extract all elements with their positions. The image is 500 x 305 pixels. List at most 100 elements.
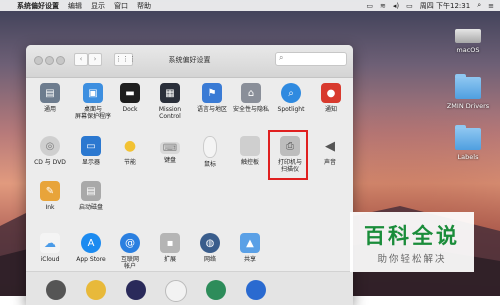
menu-window[interactable]: 窗口 [114, 1, 128, 11]
pane-accessibility[interactable] [236, 280, 276, 300]
pane-label: Dock [122, 106, 138, 113]
search-icon[interactable]: ⌕ [477, 1, 481, 10]
menu-view[interactable]: 显示 [91, 1, 105, 11]
menu-clock[interactable]: 周四 下午12:31 [420, 1, 470, 11]
watermark-title: 百科全说 [364, 224, 460, 248]
pane-label: 扩展 [163, 256, 176, 263]
spotlight-icon: ⌕ [281, 83, 301, 103]
puzzle-icon: ▪ [160, 233, 180, 253]
panes-section-other [26, 271, 353, 305]
display-icon: ▭ [81, 136, 101, 156]
pane-label: 触控板 [240, 159, 259, 166]
parental-controls-icon [86, 280, 106, 300]
users-icon [46, 280, 66, 300]
pane-trackpad[interactable]: 触控板 [230, 136, 270, 166]
accessibility-icon [246, 280, 266, 300]
pane-siri[interactable] [116, 280, 156, 300]
pane-label: App Store [76, 256, 106, 263]
pane-label: 网络 [203, 256, 216, 263]
pane-label: 互联网 帐户 [120, 256, 139, 270]
pane-extensions[interactable]: ▪ 扩展 [150, 233, 190, 263]
pane-label: Ink [45, 204, 55, 211]
menu-edit[interactable]: 编辑 [68, 1, 82, 11]
battery-icon[interactable]: ▭ [406, 2, 413, 10]
pane-general[interactable]: ▤ 通用 [30, 83, 70, 113]
desktop-icon-zmin-drivers[interactable]: ZMIN Drivers [438, 74, 498, 110]
list-icon[interactable]: ≡ [488, 2, 494, 10]
volume-icon[interactable]: ◂) [393, 2, 399, 10]
desktop-icon-labels[interactable]: Labels [438, 125, 498, 161]
folder-icon [455, 74, 481, 99]
pane-label: 启动磁盘 [78, 204, 103, 211]
pane-label: 通用 [43, 106, 56, 113]
pane-label: Spotlight [277, 106, 305, 113]
desktop-icon-label: ZMIN Drivers [446, 102, 490, 110]
pane-app-store[interactable]: A App Store [71, 233, 111, 263]
pane-language-region[interactable]: ⚑ 语言与地区 [192, 83, 232, 113]
pane-displays[interactable]: ▭ 显示器 [71, 136, 111, 166]
pane-label: Mission Control [158, 106, 182, 120]
pane-desktop-screensaver[interactable]: ▣ 桌面与 屏幕保护程序 [73, 83, 113, 120]
pane-startup-disk[interactable]: ▤ 启动磁盘 [71, 181, 111, 211]
lightbulb-icon: ● [123, 138, 137, 154]
desktop-icon: ▣ [83, 83, 103, 103]
house-lock-icon: ⌂ [241, 83, 261, 103]
pane-label: 节能 [123, 159, 136, 166]
pane-internet-accounts[interactable]: @ 互联网 帐户 [110, 233, 150, 270]
pane-label: 语言与地区 [196, 106, 227, 113]
pane-icloud[interactable]: ☁ iCloud [30, 233, 70, 263]
desktop-icon-macos[interactable]: macOS [438, 23, 498, 54]
pane-label: 键盘 [163, 157, 176, 164]
flag-icon: ⚑ [202, 83, 222, 103]
cloud-icon: ☁ [40, 233, 60, 253]
window-titlebar: ‹ › ⋮⋮⋮ 系统偏好设置 ⌕ [26, 45, 353, 78]
app-store-icon: A [81, 233, 101, 253]
ink-pen-icon: ✎ [40, 181, 60, 201]
menu-app-name[interactable]: 系统偏好设置 [17, 1, 59, 11]
startup-disk-icon: ▤ [81, 181, 101, 201]
notifications-icon: ● [321, 83, 341, 103]
pane-time-machine[interactable] [196, 280, 236, 300]
pane-label: 显示器 [81, 159, 100, 166]
pane-label: iCloud [40, 256, 60, 263]
pane-security-privacy[interactable]: ⌂ 安全性与隐私 [231, 83, 271, 113]
pane-label: 安全性与隐私 [232, 106, 269, 113]
wifi-icon[interactable]: ≋ [380, 2, 386, 10]
globe-icon: ◍ [200, 233, 220, 253]
pane-ink[interactable]: ✎ Ink [30, 181, 70, 211]
pane-parental-controls[interactable] [76, 280, 116, 300]
pane-label: 桌面与 屏幕保护程序 [74, 106, 111, 120]
speaker-icon: ◀ [325, 138, 335, 154]
pane-spotlight[interactable]: ⌕ Spotlight [271, 83, 311, 113]
pane-keyboard[interactable]: ⌨ 键盘 [150, 136, 190, 164]
pane-network[interactable]: ◍ 网络 [190, 233, 230, 263]
pane-mission-control[interactable]: ▦ Mission Control [150, 83, 190, 120]
pane-cd-dvd[interactable]: ◎ CD 与 DVD [30, 136, 70, 166]
pane-dock[interactable]: ▬ Dock [110, 83, 150, 113]
pane-label: 声音 [323, 159, 336, 166]
dock-icon: ▬ [120, 83, 140, 103]
siri-icon [126, 280, 146, 300]
pane-users-groups[interactable] [36, 280, 76, 300]
pane-label: 鼠标 [203, 161, 216, 168]
pane-energy-saver[interactable]: ● 节能 [110, 136, 150, 166]
clock-icon [165, 280, 187, 302]
hard-drive-icon [455, 29, 481, 43]
pane-sharing[interactable]: ▲ 共享 [230, 233, 270, 263]
watermark-subtitle: 助你轻松解决 [377, 254, 447, 265]
disc-icon: ◎ [40, 136, 60, 156]
search-field[interactable]: ⌕ [275, 52, 347, 66]
pane-sound[interactable]: ◀ 声音 [310, 136, 350, 167]
highlight-box [268, 130, 308, 180]
keyboard-icon: ⌨ [160, 142, 180, 154]
mission-control-icon: ▦ [160, 83, 180, 103]
mouse-icon [203, 136, 217, 158]
pane-notifications[interactable]: ● 通知 [311, 83, 351, 113]
pane-date-time[interactable] [156, 280, 196, 302]
general-icon: ▤ [40, 83, 60, 103]
pane-label: 通知 [324, 106, 337, 113]
watermark: 百科全说 助你轻松解决 [350, 212, 474, 272]
menu-help[interactable]: 帮助 [137, 1, 151, 11]
airplay-icon[interactable]: ▭ [366, 2, 373, 10]
pane-mouse[interactable]: 鼠标 [190, 136, 230, 168]
